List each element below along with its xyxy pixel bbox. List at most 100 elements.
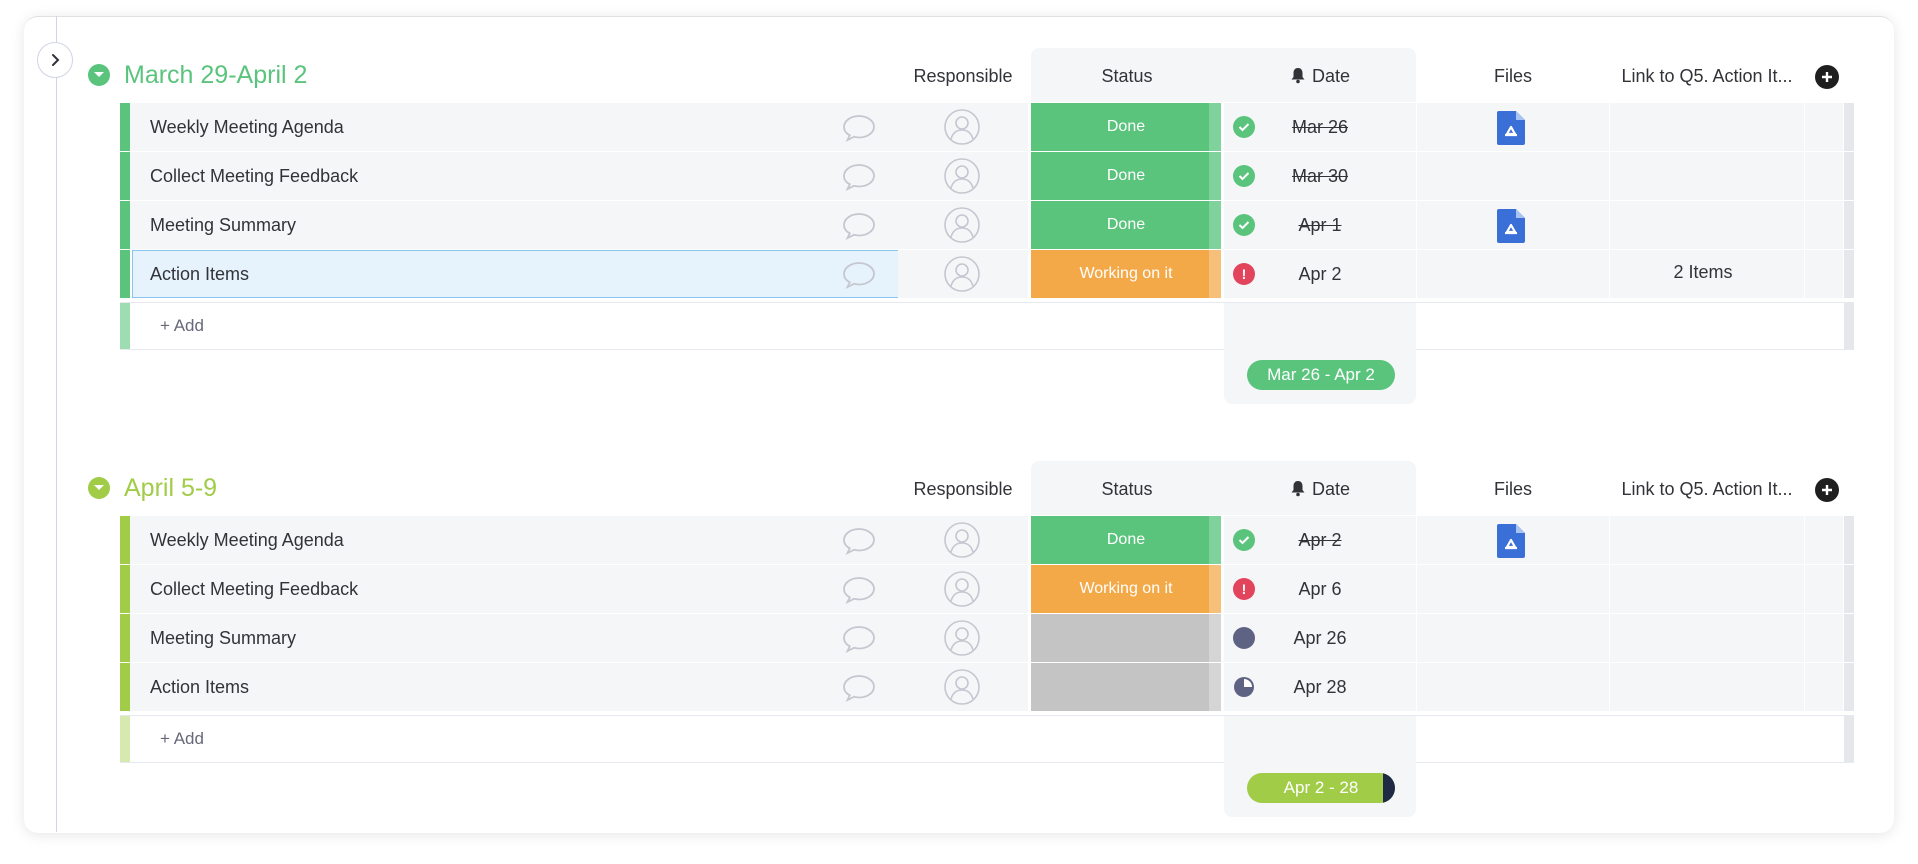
- status-edge: [1209, 516, 1221, 564]
- comment-bubble-icon[interactable]: [842, 527, 876, 555]
- date-range-summary[interactable]: Mar 26 - Apr 2: [1247, 360, 1395, 390]
- item-row[interactable]: Weekly Meeting Agenda Done Mar 26: [120, 103, 1854, 151]
- responsible-cell[interactable]: [898, 516, 1028, 564]
- date-value[interactable]: Mar 26: [1270, 103, 1370, 151]
- link-cell[interactable]: [1610, 516, 1804, 564]
- item-name[interactable]: Collect Meeting Feedback: [150, 565, 358, 613]
- responsible-cell[interactable]: [898, 250, 1028, 298]
- column-header-files[interactable]: Files: [1417, 65, 1609, 87]
- google-drive-file-icon[interactable]: [1497, 524, 1525, 558]
- column-header-status[interactable]: Status: [1031, 65, 1223, 87]
- item-row[interactable]: Collect Meeting Feedback Done Mar 30: [120, 152, 1854, 200]
- responsible-cell[interactable]: [898, 201, 1028, 249]
- status-label[interactable]: [1031, 614, 1221, 662]
- date-value[interactable]: Apr 1: [1270, 201, 1370, 249]
- item-row[interactable]: Meeting Summary Apr 26: [120, 614, 1854, 662]
- item-name-cell[interactable]: [130, 663, 1016, 711]
- item-name[interactable]: Meeting Summary: [150, 614, 296, 662]
- column-header-responsible[interactable]: Responsible: [903, 65, 1023, 87]
- link-cell[interactable]: [1610, 614, 1804, 662]
- date-range-summary-text: Apr 2 - 28: [1283, 778, 1359, 797]
- item-row[interactable]: Meeting Summary Done Apr 1: [120, 201, 1854, 249]
- comment-bubble-icon[interactable]: [842, 576, 876, 604]
- comment-bubble-icon[interactable]: [842, 212, 876, 240]
- item-name[interactable]: Meeting Summary: [150, 201, 296, 249]
- status-label[interactable]: Done: [1031, 201, 1221, 249]
- add-column-button[interactable]: [1815, 65, 1839, 89]
- add-column-button[interactable]: [1815, 478, 1839, 502]
- files-cell[interactable]: [1417, 663, 1609, 711]
- responsible-cell[interactable]: [898, 103, 1028, 151]
- group-1-collapse-toggle[interactable]: [88, 64, 110, 86]
- partial-progress-circle-icon: [1233, 676, 1255, 698]
- link-cell[interactable]: [1610, 201, 1804, 249]
- empty-cell: [1805, 663, 1843, 711]
- column-header-files[interactable]: Files: [1417, 478, 1609, 500]
- group-2-title[interactable]: April 5-9: [124, 473, 217, 503]
- add-item-input[interactable]: + Add: [160, 303, 204, 349]
- date-value[interactable]: Apr 2: [1270, 516, 1370, 564]
- column-header-responsible[interactable]: Responsible: [903, 478, 1023, 500]
- column-header-status[interactable]: Status: [1031, 478, 1223, 500]
- column-header-date[interactable]: Date: [1224, 478, 1416, 500]
- comment-bubble-icon[interactable]: [842, 261, 876, 289]
- add-item-input[interactable]: + Add: [160, 716, 204, 762]
- status-label[interactable]: [1031, 663, 1221, 711]
- row-scroll-strip: [1844, 614, 1854, 662]
- files-cell[interactable]: [1417, 152, 1609, 200]
- add-item-row[interactable]: + Add: [120, 302, 1854, 350]
- caret-down-icon: [94, 72, 104, 77]
- responsible-cell[interactable]: [898, 565, 1028, 613]
- comment-bubble-icon[interactable]: [842, 674, 876, 702]
- status-label[interactable]: Working on it: [1031, 250, 1221, 298]
- date-range-summary[interactable]: Apr 2 - 28: [1247, 773, 1395, 803]
- group-1-title[interactable]: March 29-April 2: [124, 60, 307, 90]
- google-drive-file-icon[interactable]: [1497, 209, 1525, 243]
- add-item-row[interactable]: + Add: [120, 715, 1854, 763]
- item-name[interactable]: Action Items: [150, 250, 249, 298]
- column-header-link[interactable]: Link to Q5. Action It...: [1610, 65, 1804, 87]
- link-cell[interactable]: [1610, 663, 1804, 711]
- link-value[interactable]: 2 Items: [1608, 248, 1798, 296]
- responsible-cell[interactable]: [898, 614, 1028, 662]
- link-cell[interactable]: [1610, 103, 1804, 151]
- files-cell[interactable]: [1417, 565, 1609, 613]
- responsible-cell[interactable]: [898, 152, 1028, 200]
- item-row[interactable]: Action Items Apr 28: [120, 663, 1854, 711]
- files-cell[interactable]: [1417, 250, 1609, 298]
- link-cell[interactable]: [1610, 565, 1804, 613]
- timeline-line: [56, 16, 57, 832]
- item-name[interactable]: Weekly Meeting Agenda: [150, 103, 344, 151]
- status-label[interactable]: Done: [1031, 152, 1221, 200]
- item-row[interactable]: Action Items Working on it ! Apr 2 2 Ite…: [120, 250, 1854, 298]
- status-label[interactable]: Done: [1031, 103, 1221, 151]
- responsible-cell[interactable]: [898, 663, 1028, 711]
- group-2-collapse-toggle[interactable]: [88, 477, 110, 499]
- comment-bubble-icon[interactable]: [842, 625, 876, 653]
- comment-bubble-icon[interactable]: [842, 114, 876, 142]
- item-row[interactable]: Weekly Meeting Agenda Done Apr 2: [120, 516, 1854, 564]
- google-drive-file-icon[interactable]: [1497, 111, 1525, 145]
- date-value[interactable]: Apr 2: [1270, 250, 1370, 298]
- item-name[interactable]: Collect Meeting Feedback: [150, 152, 358, 200]
- row-scroll-strip: [1844, 250, 1854, 298]
- item-name[interactable]: Action Items: [150, 663, 249, 711]
- comment-bubble-icon[interactable]: [842, 163, 876, 191]
- row-scroll-strip: [1844, 716, 1854, 762]
- link-cell[interactable]: [1610, 152, 1804, 200]
- row-scroll-strip: [1844, 663, 1854, 711]
- item-name-cell-selected[interactable]: [132, 250, 1016, 298]
- date-value[interactable]: Mar 30: [1270, 152, 1370, 200]
- item-name[interactable]: Weekly Meeting Agenda: [150, 516, 344, 564]
- status-edge: [1209, 663, 1221, 711]
- date-value[interactable]: Apr 6: [1270, 565, 1370, 613]
- expand-panel-button[interactable]: [37, 42, 73, 78]
- date-value[interactable]: Apr 26: [1270, 614, 1370, 662]
- date-value[interactable]: Apr 28: [1270, 663, 1370, 711]
- column-header-link[interactable]: Link to Q5. Action It...: [1610, 478, 1804, 500]
- status-label[interactable]: Done: [1031, 516, 1221, 564]
- item-row[interactable]: Collect Meeting Feedback Working on it !…: [120, 565, 1854, 613]
- files-cell[interactable]: [1417, 614, 1609, 662]
- status-label[interactable]: Working on it: [1031, 565, 1221, 613]
- column-header-date[interactable]: Date: [1224, 65, 1416, 87]
